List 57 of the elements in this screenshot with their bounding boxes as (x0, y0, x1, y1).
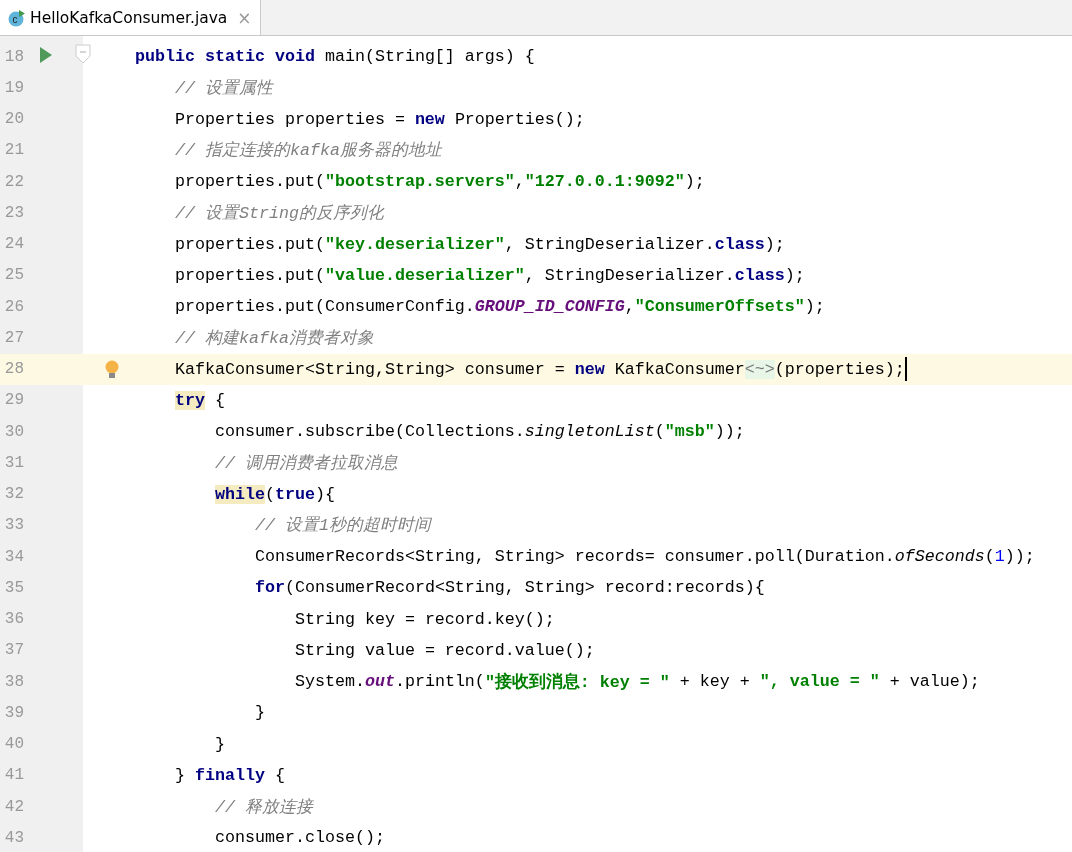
code-line: ConsumerRecords<String, String> records= consumer.poll(Duration.ofSeconds(1)); (253, 546, 1035, 569)
line-number: 30 (3, 422, 24, 441)
code-line: // 设置String的反序列化 (174, 202, 384, 225)
line-number: 18 (3, 47, 24, 66)
code-line: properties.put("key.deserializer", StringDeserializer.class); (174, 233, 785, 256)
line-number: 25 (3, 266, 24, 285)
line-number: 32 (3, 485, 24, 504)
code-line: String value = record.value(); (293, 639, 595, 662)
code-line: // 释放连接 (213, 796, 313, 819)
code-line: properties.put(ConsumerConfig.GROUP_ID_CONFIG,"ConsumerOffsets"); (174, 296, 825, 319)
line-number: 33 (3, 516, 24, 535)
code-line: Properties properties = new Properties(); (174, 108, 585, 131)
line-number: 24 (3, 235, 24, 254)
code-line: } (213, 733, 225, 756)
line-number: 37 (3, 641, 24, 660)
code-line: // 指定连接的kafka服务器的地址 (174, 140, 442, 163)
line-number: 38 (3, 672, 24, 691)
code-line: // 设置1秒的超时时间 (253, 515, 431, 538)
line-number: 34 (3, 547, 24, 566)
line-number: 28 (3, 360, 24, 379)
code-line: consumer.subscribe(Collections.singletonList("msb")); (213, 421, 745, 444)
play-icon[interactable] (39, 46, 53, 64)
code-line: properties.put("bootstrap.servers","127.0.0.1:9092"); (174, 171, 705, 194)
code-line: try { (173, 389, 225, 412)
line-number: 39 (3, 703, 24, 722)
line-number: 22 (3, 172, 24, 191)
code-line: // 调用消费者拉取消息 (213, 452, 398, 475)
code-line: System.out.println("接收到消息: key = " + key + ", value = " + value); (293, 671, 980, 694)
line-number: 19 (3, 78, 24, 97)
fold-marker-icon[interactable] (75, 44, 91, 64)
line-number: 42 (3, 797, 24, 816)
code-line: KafkaConsumer<String,String> consumer = new KafkaConsumer<~>(properties); (174, 358, 905, 381)
code-line: properties.put("value.deserializer", StringDeserializer.class); (174, 264, 805, 287)
code-line: } (253, 702, 265, 725)
line-number: 41 (3, 766, 24, 785)
line-number: 40 (3, 735, 24, 754)
line-number: 29 (3, 391, 24, 410)
line-number: 20 (3, 110, 24, 129)
lightbulb-icon[interactable] (104, 359, 120, 380)
code-line: for(ConsumerRecord<String, String> record:records){ (253, 577, 765, 600)
code-line: public static void main(String[] args) { (135, 46, 535, 69)
code-line: // 构建kafka消费者对象 (174, 327, 374, 350)
code-line: String key = record.key(); (293, 608, 555, 631)
code-line: consumer.close(); (213, 827, 385, 850)
line-number: 35 (3, 578, 24, 597)
line-number: 36 (3, 610, 24, 629)
line-number: 31 (3, 453, 24, 472)
java-class-icon: c (8, 8, 26, 27)
line-number: 43 (3, 828, 24, 847)
code-line: // 设置属性 (174, 77, 273, 100)
code-line: while(true){ (213, 483, 335, 506)
line-number: 26 (3, 297, 24, 316)
code-line: } finally { (174, 764, 285, 787)
line-number: 27 (3, 328, 24, 347)
line-number: 23 (3, 203, 24, 222)
file-tab[interactable]: c HelloKafkaConsumer.java × (0, 0, 261, 35)
line-number: 21 (3, 141, 24, 160)
